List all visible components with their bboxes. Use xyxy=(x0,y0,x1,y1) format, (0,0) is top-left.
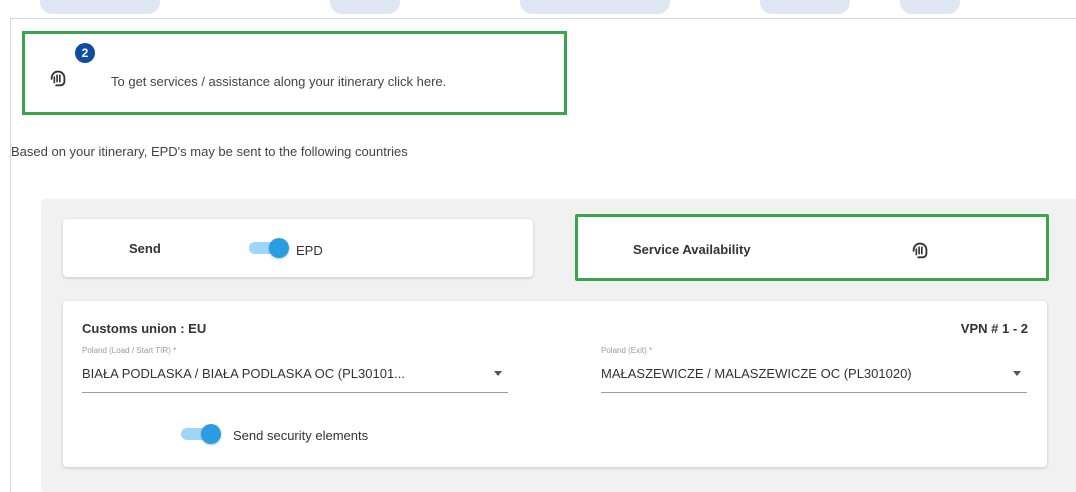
security-elements-toggle[interactable] xyxy=(181,424,221,444)
epd-label: EPD xyxy=(296,243,323,258)
exit-office-value: MAŁASZEWICZE / MALASZEWICZE OC (PL301020… xyxy=(601,366,912,381)
top-banner xyxy=(0,0,1076,18)
hand-pointer-icon xyxy=(47,67,69,89)
entry-office-label: Poland (Load / Start TIR) * xyxy=(82,346,177,355)
service-availability-button[interactable]: Service Availability xyxy=(575,214,1049,281)
entry-office-select[interactable]: Poland (Load / Start TIR) * BIAŁA PODLAS… xyxy=(82,346,508,393)
customs-union-title: Customs union : EU xyxy=(82,321,207,336)
epd-countries-intro: Based on your itinerary, EPD's may be se… xyxy=(11,144,408,159)
vpn-label: VPN # 1 - 2 xyxy=(960,321,1028,336)
entry-office-value: BIAŁA PODLASKA / BIAŁA PODLASKA OC (PL30… xyxy=(82,366,406,381)
toggle-thumb xyxy=(269,238,289,258)
hand-pointer-icon xyxy=(909,239,931,261)
epd-toggle[interactable] xyxy=(249,238,289,258)
security-elements-label: Send security elements xyxy=(233,428,369,443)
chevron-down-icon xyxy=(1013,371,1021,376)
itinerary-section: 2 To get services / assistance along you… xyxy=(10,18,1076,492)
notification-badge: 2 xyxy=(75,43,95,63)
exit-office-select[interactable]: Poland (Exit) * MAŁASZEWICZE / MALASZEWI… xyxy=(601,346,1027,393)
send-card: Send EPD xyxy=(63,219,533,277)
send-label: Send xyxy=(129,241,161,256)
itinerary-services-link[interactable]: 2 To get services / assistance along you… xyxy=(22,31,567,115)
exit-office-label: Poland (Exit) * xyxy=(601,346,653,355)
chevron-down-icon xyxy=(494,371,502,376)
service-availability-label: Service Availability xyxy=(633,242,751,257)
customs-union-card: Customs union : EU VPN # 1 - 2 Poland (L… xyxy=(63,301,1047,467)
epd-panel: Send EPD Service Availability Customs un… xyxy=(41,199,1076,492)
itinerary-services-text: To get services / assistance along your … xyxy=(111,74,447,89)
toggle-thumb xyxy=(201,424,221,444)
